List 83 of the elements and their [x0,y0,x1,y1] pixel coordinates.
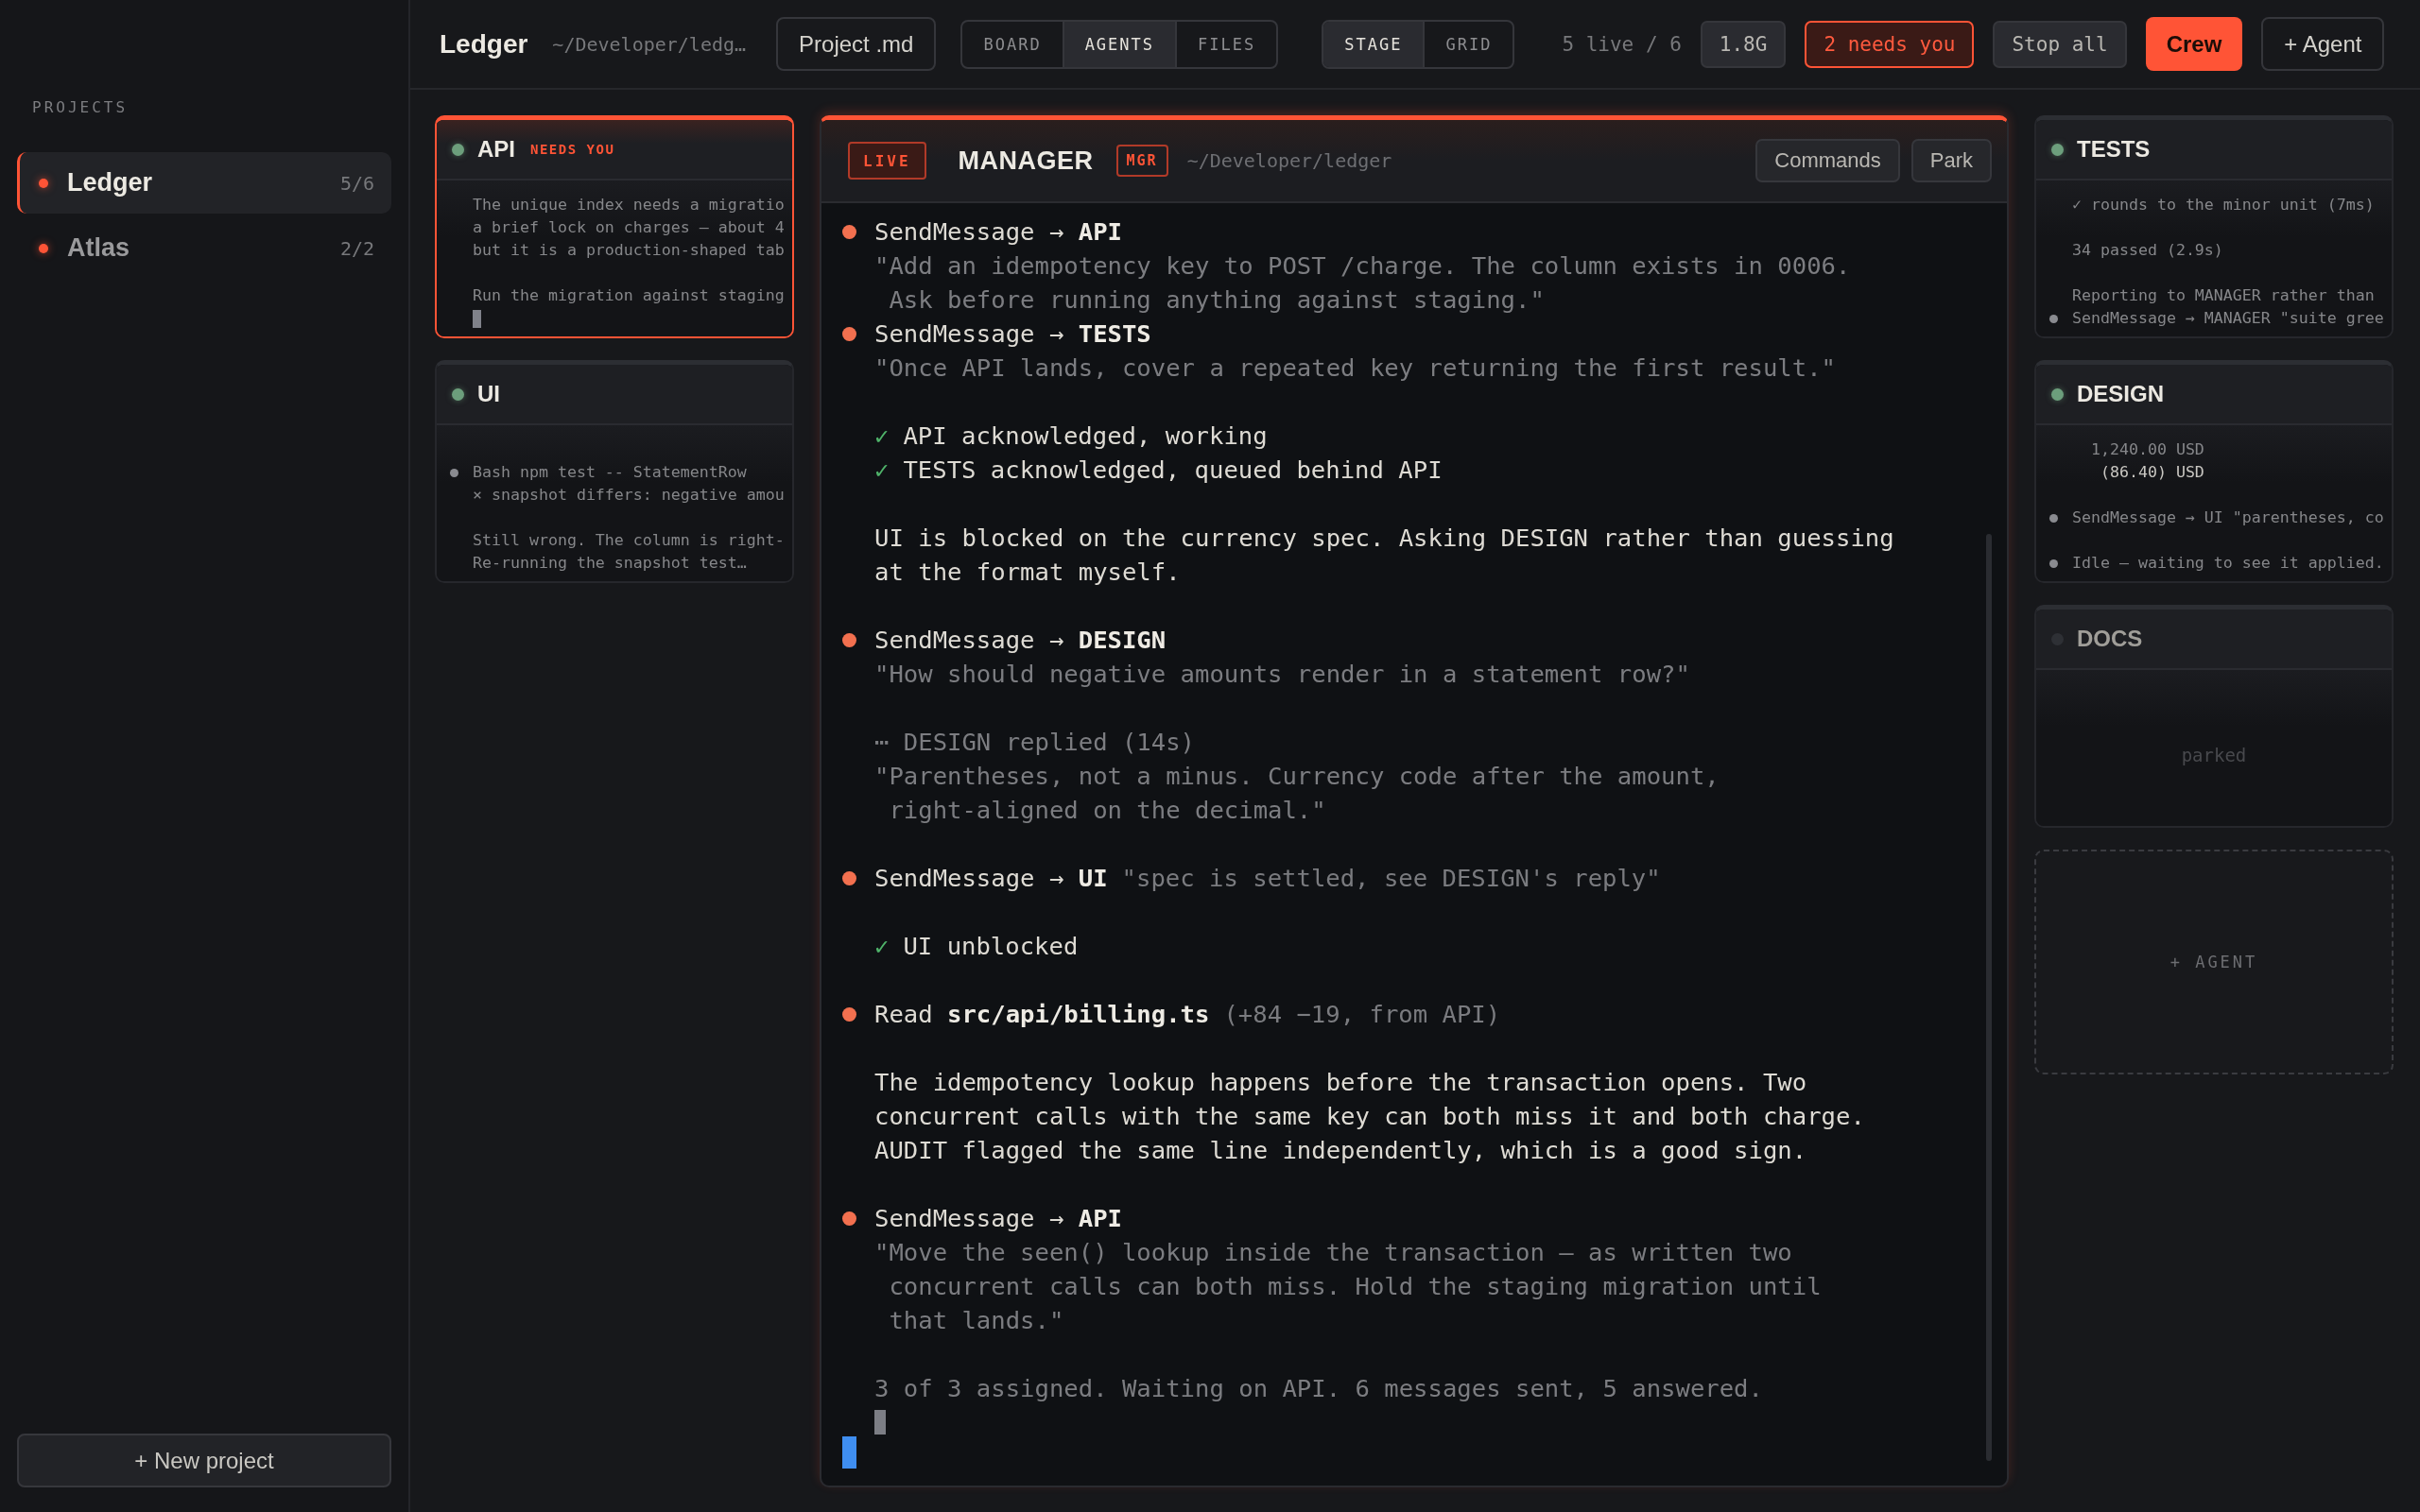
crew-button[interactable]: Crew [2145,17,2243,71]
message-text: 3 of 3 assigned. Waiting on API. 6 messages sent, 5 answered. [874,1373,1763,1404]
tool-call: SendMessage → DESIGN [874,625,1167,656]
message-text: "How should negative amounts render in a statement row?" [874,659,1690,690]
bullet-icon [842,632,856,647]
live-count: 5 live / 6 [1562,32,1682,56]
message-text: "Move the seen() lookup inside the transaction — as written two concurrent calls can both miss. Hold the staging migration until that lands." [874,1237,1822,1336]
agent-count: 2/2 [339,236,374,260]
bullet-icon [842,224,856,239]
view-tab[interactable]: STAGE [1323,21,1426,67]
tool-call: SendMessage → UI "parentheses, co [2072,507,2384,528]
scrollbar[interactable] [1986,534,1992,1461]
status-label: NEEDS YOU [530,142,615,157]
tool-call: SendMessage → TESTS [874,318,1151,350]
tool-call: SendMessage → API [874,216,1122,248]
output-text: × snapshot differs: negative amou [473,485,785,506]
tool-call: Idle — waiting to see it applied. [2072,553,2384,574]
view-tab[interactable]: GRID [1425,21,1513,67]
tool-call: Bash npm test -- StatementRow [473,462,747,483]
message-text: "Once API lands, cover a repeated key returning the first result." [874,352,1836,384]
needs-you-button[interactable]: 2 needs you [1805,20,1975,68]
status-text: TESTS acknowledged, queued behind API [903,455,1443,486]
tool-call: SendMessage → UI [874,863,1108,894]
add-agent-slot[interactable]: + AGENT [2034,850,2394,1074]
project-title: Ledger [440,28,528,60]
agent-name: DOCS [2077,626,2143,652]
bullet-icon [842,1211,856,1226]
tool-call: SendMessage → API [874,1203,1122,1234]
message-text: ⋯ DESIGN replied (14s) "Parentheses, not a minus. Currency code after the amount, right-aligned on the decimal." [874,727,1720,826]
message-text: "Add an idempotency key to POST /charge. The column exists in 0006. Ask before running anything against staging." [874,250,1851,316]
memory-badge: 1.8G [1700,20,1787,68]
status-text: API acknowledged, working [903,421,1268,452]
project-file-button[interactable]: Project .md [776,17,937,71]
check-mark: ✓ [874,421,890,452]
agent-name: TESTS [2077,136,2151,163]
agent-count: 5/6 [339,171,374,195]
tool-note: "spec is settled, see DESIGN's reply" [1121,863,1661,894]
project-item[interactable]: Atlas 2/2 [17,217,391,279]
output-text: Run the migration against staging [473,285,785,306]
agent-name: UI [477,381,500,407]
bullet-icon [450,468,458,477]
output-text: (86.40) USD [2099,462,2204,483]
view-tab[interactable]: FILES [1177,21,1277,67]
add-agent-button[interactable]: + Agent [2261,17,2385,71]
status-dot-icon [39,178,48,188]
output-text: Still wrong. The column is right- Re-running the snapshot test… [473,530,785,574]
section-heading: PROJECTS [32,98,130,116]
output-text: 34 passed (2.9s) [2072,240,2223,261]
tool-call: SendMessage → MANAGER "suite gree [2072,308,2384,329]
agent-name: MANAGER [958,146,1094,176]
bullet-icon [2049,513,2058,523]
message-text: The idempotency lookup happens before the transaction opens. Two concurrent calls with the same key can both miss it and both charge. AUDIT flagged the same line independently, which is a good sign. [874,1067,1865,1166]
project-item[interactable]: Ledger 5/6 [17,152,391,214]
project-path: ~/Developer/ledger [1186,149,1392,172]
role-badge: MGR [1115,145,1168,177]
message-text: UI is blocked on the currency spec. Asking DESIGN rather than guessing at the format myself. [874,523,1894,588]
check-mark: ✓ [874,931,890,962]
stop-all-button[interactable]: Stop all [1993,20,2127,68]
view-tab[interactable]: AGENTS [1063,21,1178,67]
project-name: Ledger [67,168,153,198]
output-text: The unique index needs a migratio a brief lock on charges — about 4 but it is a production-shaped tab [473,195,785,261]
bullet-icon [842,870,856,885]
live-badge: LIVE [848,142,926,180]
bullet-icon [842,326,856,341]
status-dot-icon [39,243,48,253]
bullet-icon [2049,558,2058,568]
input-caret-icon[interactable] [842,1436,856,1469]
output-text: Reporting to MANAGER rather than [2072,285,2375,306]
park-button[interactable]: Park [1910,139,1992,182]
new-project-button[interactable]: + New project [17,1434,391,1487]
agent-name: DESIGN [2077,381,2164,407]
project-path: ~/Developer/ledg… [552,32,747,56]
tool-note: (+84 −19, from API) [1223,999,1501,1030]
check-mark: ✓ [874,455,890,486]
bullet-icon [842,1006,856,1022]
output-text: 1,240.00 USD [2089,439,2204,460]
agent-name: API [477,136,515,163]
output-text: ✓ rounds to the minor unit (7ms) [2072,195,2375,215]
commands-button[interactable]: Commands [1755,139,1900,182]
status-text: UI unblocked [903,931,1079,962]
bullet-icon [2049,314,2058,323]
tool-call: Read src/api/billing.ts [874,999,1210,1030]
project-name: Atlas [67,233,130,263]
